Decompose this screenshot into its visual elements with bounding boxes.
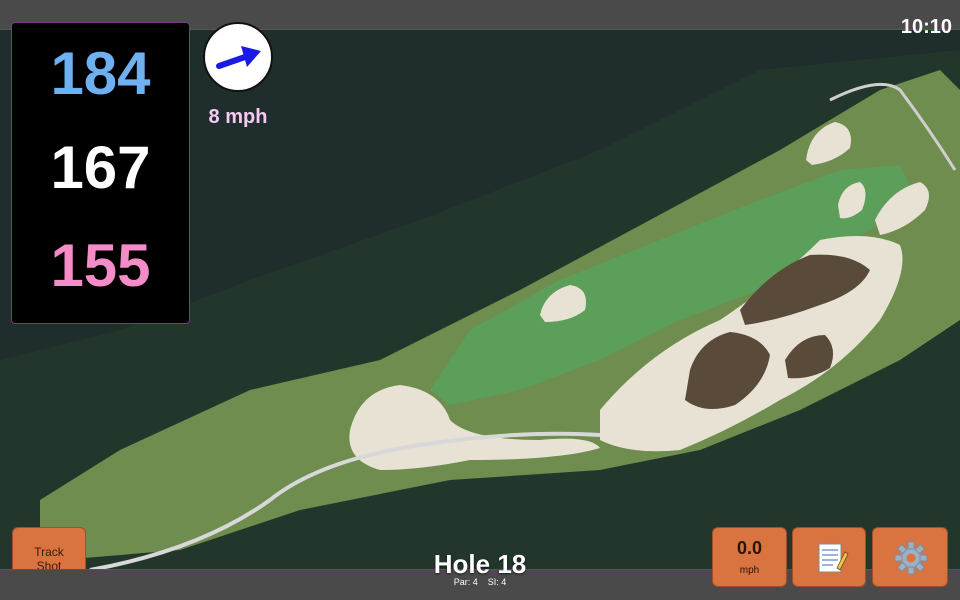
wind-speed: 8 mph [208, 106, 268, 128]
middle-distance: 167 [50, 134, 151, 201]
hole-info: Par: 4 SI: 4 [380, 577, 580, 587]
wind-indicator [203, 22, 273, 92]
speed-button[interactable]: 0.0 mph [712, 527, 787, 587]
hole-par: Par: 4 [453, 577, 478, 587]
front-distance: 155 [50, 232, 151, 299]
speed-unit: mph [739, 565, 760, 576]
distance-panel: 184 167 155 [11, 22, 190, 324]
settings-button[interactable] [872, 527, 948, 587]
back-distance: 184 [50, 40, 151, 107]
scorecard-notes-icon [818, 543, 849, 573]
hole-stroke-index: SI: 4 [487, 577, 507, 587]
hole-title: Hole 18 [433, 549, 527, 579]
track-shot-line1: Track [34, 545, 64, 559]
speed-value: 0.0 [736, 538, 763, 558]
wind-arrow-icon [216, 46, 261, 69]
clock-time: 10:10 [900, 16, 952, 38]
notes-button[interactable] [792, 527, 866, 587]
gear-icon [894, 541, 928, 575]
